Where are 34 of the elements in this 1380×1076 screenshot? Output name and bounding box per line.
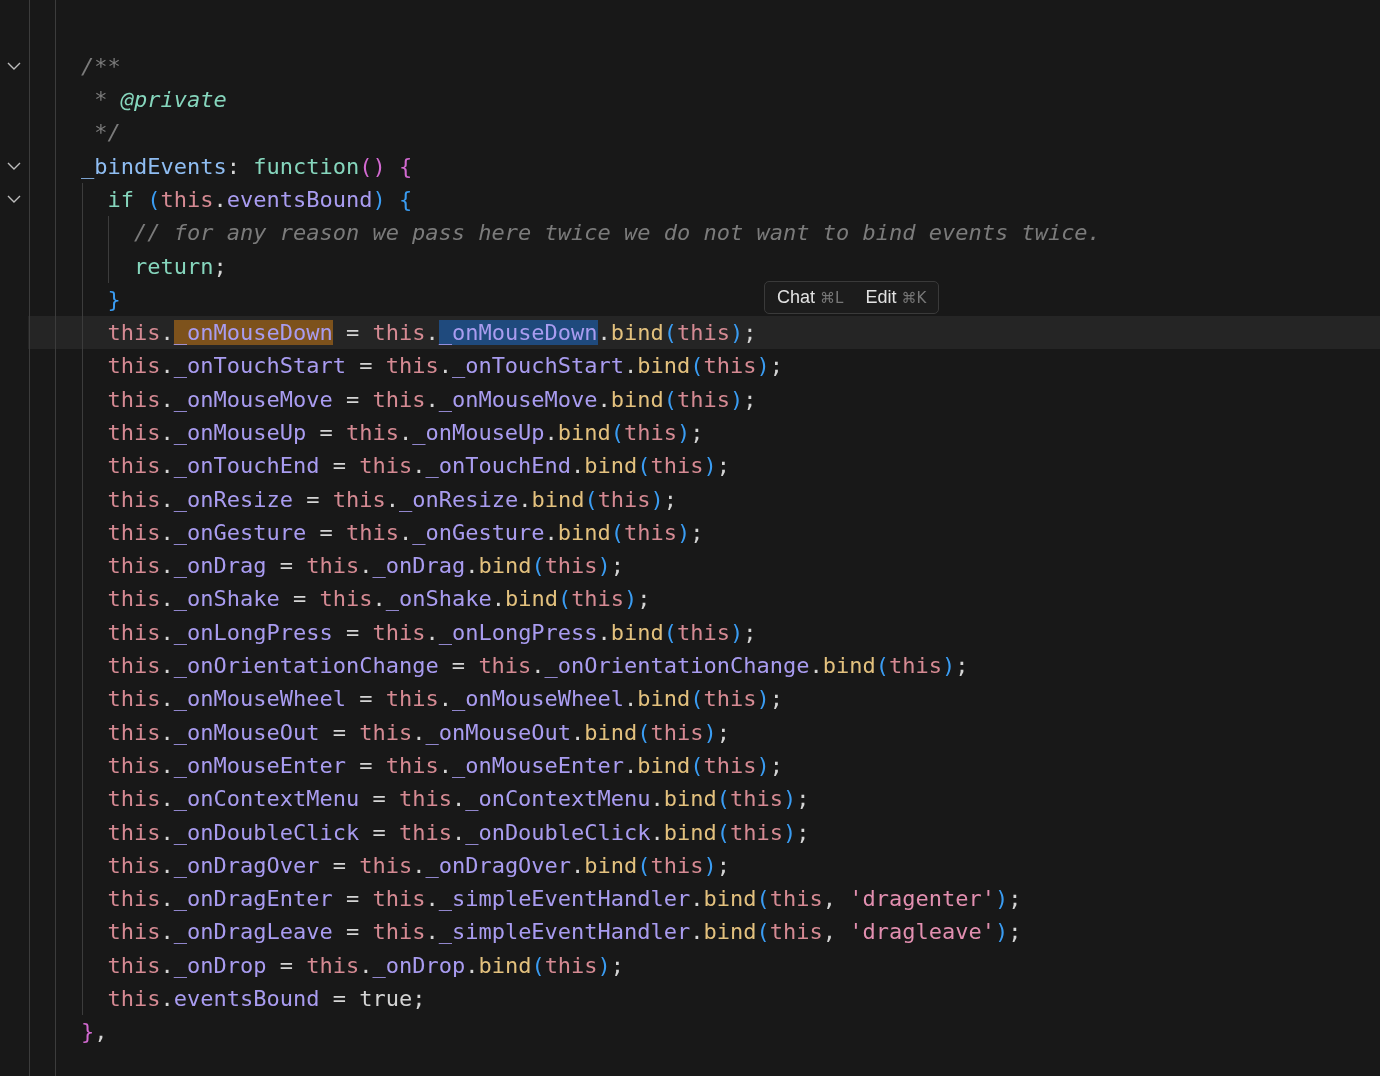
- code-line: if (this.eventsBound) {: [107, 186, 413, 212]
- code-line: this._onDrop = this._onDrop.bind(this);: [107, 952, 625, 978]
- code-line: this._onGesture = this._onGesture.bind(this);: [107, 519, 704, 545]
- code-line: }: [107, 286, 121, 312]
- code-line: return;: [133, 253, 227, 279]
- chevron-down-icon[interactable]: [7, 194, 21, 204]
- hint-action-button[interactable]: Edit ⌘K: [863, 287, 929, 308]
- code-line: this._onShake = this._onShake.bind(this);: [107, 586, 651, 612]
- chevron-down-icon[interactable]: [7, 161, 21, 171]
- code-line: this._onDoubleClick = this._onDoubleClick.bind(this);: [107, 819, 810, 845]
- hint-action-button[interactable]: Chat ⌘L: [775, 287, 846, 308]
- code-line: this._onDrag = this._onDrag.bind(this);: [107, 553, 625, 579]
- code-line: // for any reason we pass here twice we do not want to bind events twice.: [133, 220, 1101, 246]
- code-line: },: [81, 1019, 108, 1045]
- code-line: this._onMouseWheel = this._onMouseWheel.bind(this);: [107, 686, 784, 712]
- code-line: this._onLongPress = this._onLongPress.bind(this);: [107, 619, 757, 645]
- code-line: this._onOrientationChange = this._onOrientationChange.bind(this);: [107, 653, 969, 679]
- code-line: /**: [81, 53, 121, 79]
- code-line: this._onTouchEnd = this._onTouchEnd.bind(this);: [107, 453, 731, 479]
- code-line: this._onMouseOut = this._onMouseOut.bind(this);: [107, 719, 731, 745]
- code-line: this.eventsBound = true;: [107, 986, 426, 1012]
- code-line: this._onMouseEnter = this._onMouseEnter.bind(this);: [107, 752, 784, 778]
- code-line: this._onDragLeave = this._simpleEventHandler.bind(this, 'dragleave');: [107, 919, 1022, 945]
- code-line: this._onMouseUp = this._onMouseUp.bind(this);: [107, 420, 704, 445]
- code-line: this._onContextMenu = this._onContextMenu.bind(this);: [107, 786, 810, 812]
- code-line: this._onResize = this._onResize.bind(this);: [107, 486, 678, 512]
- code-line: this._onDragEnter = this._simpleEventHandler.bind(this, 'dragenter');: [107, 886, 1022, 912]
- chevron-down-icon[interactable]: [7, 61, 21, 71]
- code-line: _bindEvents: function() {: [81, 153, 413, 179]
- code-line: */: [94, 120, 121, 146]
- code-line: this._onMouseMove = this._onMouseMove.bind(this);: [107, 386, 757, 412]
- code-line: this._onDragOver = this._onDragOver.bind(this);: [107, 852, 731, 878]
- code-line: * @private: [94, 87, 227, 113]
- code-line: this._onTouchStart = this._onTouchStart.bind(this);: [107, 353, 784, 379]
